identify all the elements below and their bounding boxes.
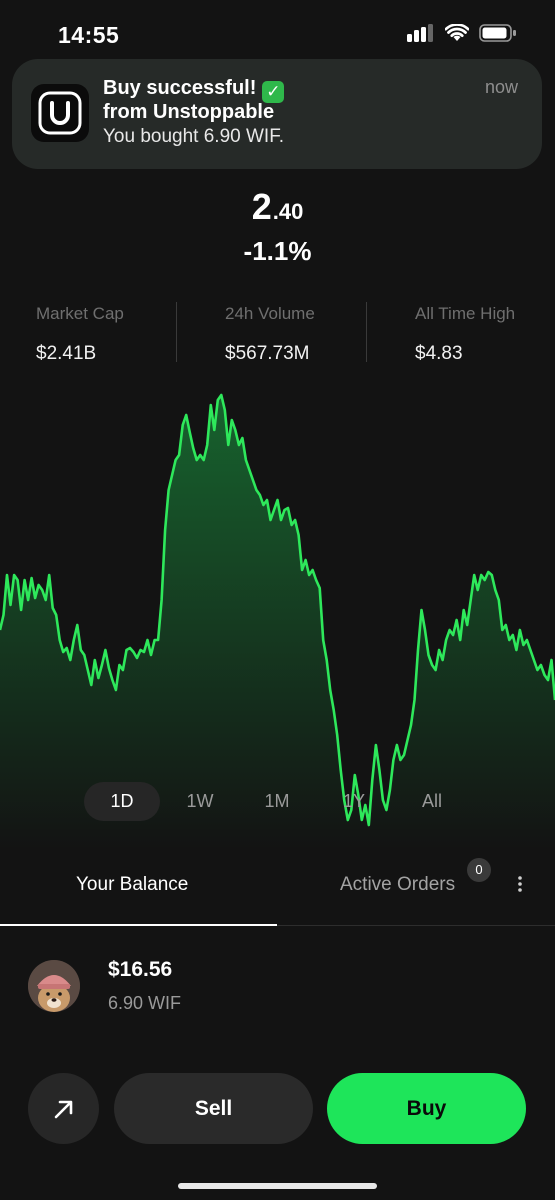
stat-label: 24h Volume <box>225 304 315 323</box>
battery-icon <box>479 24 516 42</box>
tab-your-balance[interactable]: Your Balance <box>76 874 188 896</box>
timeframe-1y[interactable]: 1Y <box>324 782 384 821</box>
tab-active-orders[interactable]: Active Orders <box>340 874 455 896</box>
notification-banner[interactable]: Buy successful! ✓ from Unstoppable You bo… <box>12 59 542 169</box>
timeframe-1w[interactable]: 1W <box>170 782 230 821</box>
timeframe-1m[interactable]: 1M <box>247 782 307 821</box>
notification-time: now <box>484 77 518 97</box>
notification-subtitle: from Unstoppable <box>103 101 275 123</box>
unstoppable-app-icon <box>31 84 89 142</box>
holding-usd-value: $16.56 <box>108 958 173 981</box>
notification-title: Buy successful! ✓ <box>103 76 285 103</box>
arrow-up-right-icon <box>54 1100 72 1118</box>
more-options-icon[interactable] <box>512 874 528 894</box>
stat-label: All Time High <box>415 304 516 323</box>
stat-divider <box>366 302 367 362</box>
price-chart[interactable] <box>0 380 555 850</box>
price-main: 2 <box>251 186 273 227</box>
token-price: 2.40 <box>0 186 555 228</box>
price-change: -1.1% <box>243 236 312 266</box>
stat-all-time-high: All Time High $4.83 <box>415 304 555 365</box>
stat-24h-volume: 24h Volume $567.73M <box>225 304 395 365</box>
price-decimals: .40 <box>272 199 304 224</box>
stat-label: Market Cap <box>36 304 124 323</box>
buy-button[interactable]: Buy <box>327 1073 526 1144</box>
dogwifhat-avatar <box>28 960 80 1012</box>
stat-value: $4.83 <box>415 343 463 364</box>
stat-market-cap: Market Cap $2.41B <box>36 304 206 365</box>
wifi-icon <box>445 24 469 41</box>
send-button[interactable] <box>28 1073 99 1144</box>
notification-body: You bought 6.90 WIF. <box>103 126 284 147</box>
status-time: 14:55 <box>58 22 120 48</box>
timeframe-all[interactable]: All <box>402 782 462 821</box>
home-indicator <box>178 1183 377 1189</box>
orders-count-badge: 0 <box>467 858 491 882</box>
sell-button[interactable]: Sell <box>114 1073 313 1144</box>
cellular-signal-icon <box>407 24 433 42</box>
stat-value: $2.41B <box>36 343 97 364</box>
tab-active-indicator <box>0 924 277 926</box>
stat-divider <box>176 302 177 362</box>
holding-token-amount: 6.90 WIF <box>108 993 182 1013</box>
stat-value: $567.73M <box>225 343 310 364</box>
status-icons <box>407 24 517 42</box>
timeframe-1d[interactable]: 1D <box>84 782 160 821</box>
